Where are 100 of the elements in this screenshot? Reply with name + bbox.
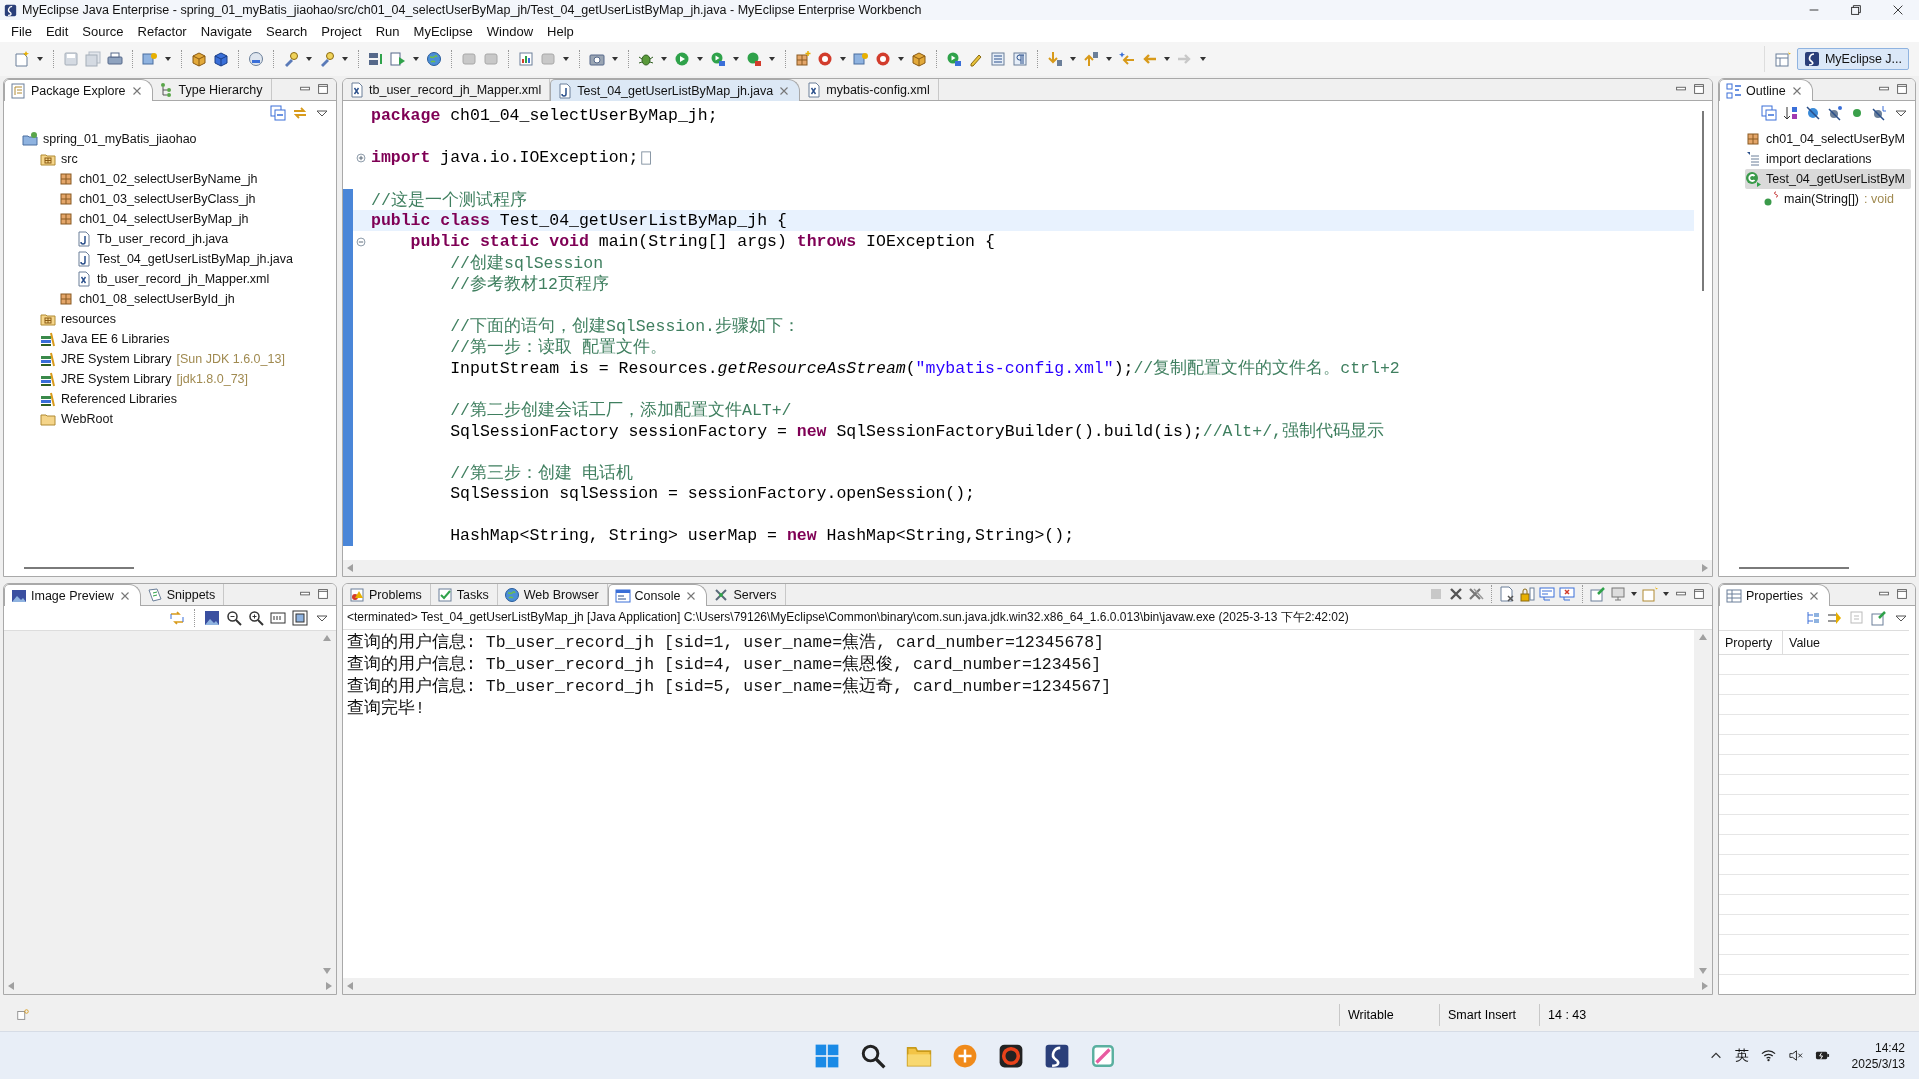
- open-type-icon[interactable]: [142, 51, 158, 67]
- run-icon[interactable]: [674, 51, 690, 67]
- deploy-icon[interactable]: [248, 51, 264, 67]
- scroll-right-arrow-icon[interactable]: [324, 981, 334, 991]
- fold-expand-icon[interactable]: [354, 150, 368, 165]
- tree-item[interactable]: JRE System Library [Sun JDK 1.6.0_13]: [40, 349, 291, 369]
- tree-item[interactable]: src: [40, 149, 84, 169]
- tree-item[interactable]: import declarations: [1745, 149, 1878, 169]
- sort-icon[interactable]: [1783, 105, 1799, 121]
- tree-item[interactable]: ch01_03_selectUserByClass_jh: [58, 189, 262, 209]
- tab[interactable]: Tasks: [430, 584, 498, 605]
- scroll-left-arrow-icon[interactable]: [345, 981, 355, 991]
- menu-item[interactable]: Project: [314, 21, 369, 41]
- collapse-all-icon[interactable]: [1761, 105, 1777, 121]
- tree-item[interactable]: ch01_02_selectUserByName_jh: [58, 169, 264, 189]
- tab[interactable]: Snippets: [140, 584, 225, 605]
- horizontal-scrollbar[interactable]: [4, 978, 336, 994]
- open-perspective-icon[interactable]: [1774, 51, 1791, 67]
- flashlight-icon[interactable]: [319, 51, 335, 67]
- next-annotation-icon[interactable]: [1047, 51, 1063, 67]
- maximize-icon[interactable]: [1895, 587, 1909, 601]
- app-icon[interactable]: [998, 1042, 1024, 1069]
- new-file-icon[interactable]: [14, 51, 30, 67]
- maximize-icon[interactable]: [1692, 82, 1706, 96]
- tab[interactable]: mybatis-config.xml: [800, 79, 939, 100]
- chart-icon[interactable]: [518, 51, 534, 67]
- horizontal-scrollbar[interactable]: [343, 978, 1712, 994]
- scroll-up-arrow-icon[interactable]: [322, 633, 332, 643]
- remove-all-icon[interactable]: [1468, 586, 1484, 602]
- tab[interactable]: Type Hierarchy: [152, 79, 272, 100]
- print-icon[interactable]: [107, 51, 123, 67]
- run-external-icon[interactable]: [710, 51, 726, 67]
- show-error-icon[interactable]: [1559, 586, 1575, 602]
- maximize-icon[interactable]: [316, 82, 330, 96]
- last-edit-icon[interactable]: [1119, 51, 1135, 67]
- menu-item[interactable]: Refactor: [130, 21, 194, 41]
- clear-console-icon[interactable]: [1499, 586, 1515, 602]
- search-icon[interactable]: [860, 1042, 886, 1069]
- fit-window-icon[interactable]: [292, 610, 308, 626]
- tab[interactable]: Problems: [343, 584, 431, 605]
- tree-item[interactable]: WebRoot: [40, 409, 119, 429]
- remove-launch-icon[interactable]: [1448, 586, 1464, 602]
- scroll-lock-icon[interactable]: [1519, 586, 1535, 602]
- zoom-out-icon[interactable]: [226, 610, 242, 626]
- horizontal-scrollbar[interactable]: [343, 560, 1712, 576]
- tab[interactable]: Web Browser: [497, 584, 608, 605]
- menu-item[interactable]: Window: [479, 21, 541, 41]
- cube-icon[interactable]: [911, 51, 927, 67]
- tab[interactable]: Package Explore: [4, 79, 153, 101]
- block-selection-icon[interactable]: [990, 51, 1006, 67]
- scroll-right-arrow-icon[interactable]: [1700, 981, 1710, 991]
- tree-item[interactable]: spring_01_myBatis_jiaohao: [22, 129, 203, 149]
- advanced-icon[interactable]: [1827, 610, 1843, 626]
- show-output-icon[interactable]: [1539, 586, 1555, 602]
- menu-item[interactable]: Source: [75, 21, 131, 41]
- start-icon[interactable]: [814, 1042, 840, 1069]
- tree-item[interactable]: Referenced Libraries: [40, 389, 184, 409]
- camera-icon[interactable]: [589, 51, 605, 67]
- tab[interactable]: tb_user_record_jh_Mapper.xml: [343, 79, 551, 100]
- target-icon[interactable]: [817, 51, 833, 67]
- link-editor-icon[interactable]: [292, 105, 308, 121]
- actual-size-icon[interactable]: [270, 610, 286, 626]
- menu-item[interactable]: File: [4, 21, 39, 41]
- pin-console-icon[interactable]: [1590, 586, 1606, 602]
- tree-item[interactable]: JRE System Library [jdk1.8.0_73]: [40, 369, 255, 389]
- status-icon[interactable]: [16, 1008, 30, 1022]
- pin-console-icon[interactable]: [1871, 610, 1887, 626]
- maximize-icon[interactable]: [1895, 82, 1909, 96]
- tree-item[interactable]: Test_04_getUserListByMap_jh.java: [76, 249, 299, 269]
- new-package-icon[interactable]: [795, 51, 811, 67]
- speaker-muted-icon[interactable]: [1787, 1048, 1803, 1063]
- menu-item[interactable]: MyEclipse: [406, 21, 480, 41]
- run-external-icon[interactable]: [946, 51, 962, 67]
- debug-icon[interactable]: [638, 51, 654, 67]
- maximize-icon[interactable]: [1692, 587, 1706, 601]
- flashlight-icon[interactable]: [283, 51, 299, 67]
- sync-icon[interactable]: [169, 610, 185, 626]
- collapse-all-icon[interactable]: [270, 105, 286, 121]
- run-server-icon[interactable]: [390, 51, 406, 67]
- tab[interactable]: Outline: [1719, 79, 1813, 101]
- tab[interactable]: Image Preview: [4, 584, 141, 606]
- fold-collapse-icon[interactable]: [354, 234, 368, 249]
- tree-item[interactable]: Java EE 6 Libraries: [40, 329, 176, 349]
- menu-item[interactable]: Edit: [38, 21, 76, 41]
- previous-annotation-icon[interactable]: [1083, 51, 1099, 67]
- scroll-left-arrow-icon[interactable]: [345, 563, 355, 573]
- tree-item[interactable]: ch01_08_selectUserById_jh: [58, 289, 241, 309]
- scroll-down-arrow-icon[interactable]: [322, 966, 332, 976]
- hide-fields-icon[interactable]: [1805, 105, 1821, 121]
- cube-icon[interactable]: [191, 51, 207, 67]
- hide-local-types-icon[interactable]: [1871, 105, 1887, 121]
- tab[interactable]: Servers: [707, 584, 786, 605]
- open-type-icon[interactable]: [853, 51, 869, 67]
- server-icon[interactable]: [368, 51, 384, 67]
- restore-icon[interactable]: [1849, 3, 1863, 17]
- menu-item[interactable]: Navigate: [193, 21, 259, 41]
- tab[interactable]: Console: [607, 584, 708, 606]
- run-stop-icon[interactable]: [746, 51, 762, 67]
- globe-icon[interactable]: [426, 51, 442, 67]
- menu-item[interactable]: Run: [368, 21, 407, 41]
